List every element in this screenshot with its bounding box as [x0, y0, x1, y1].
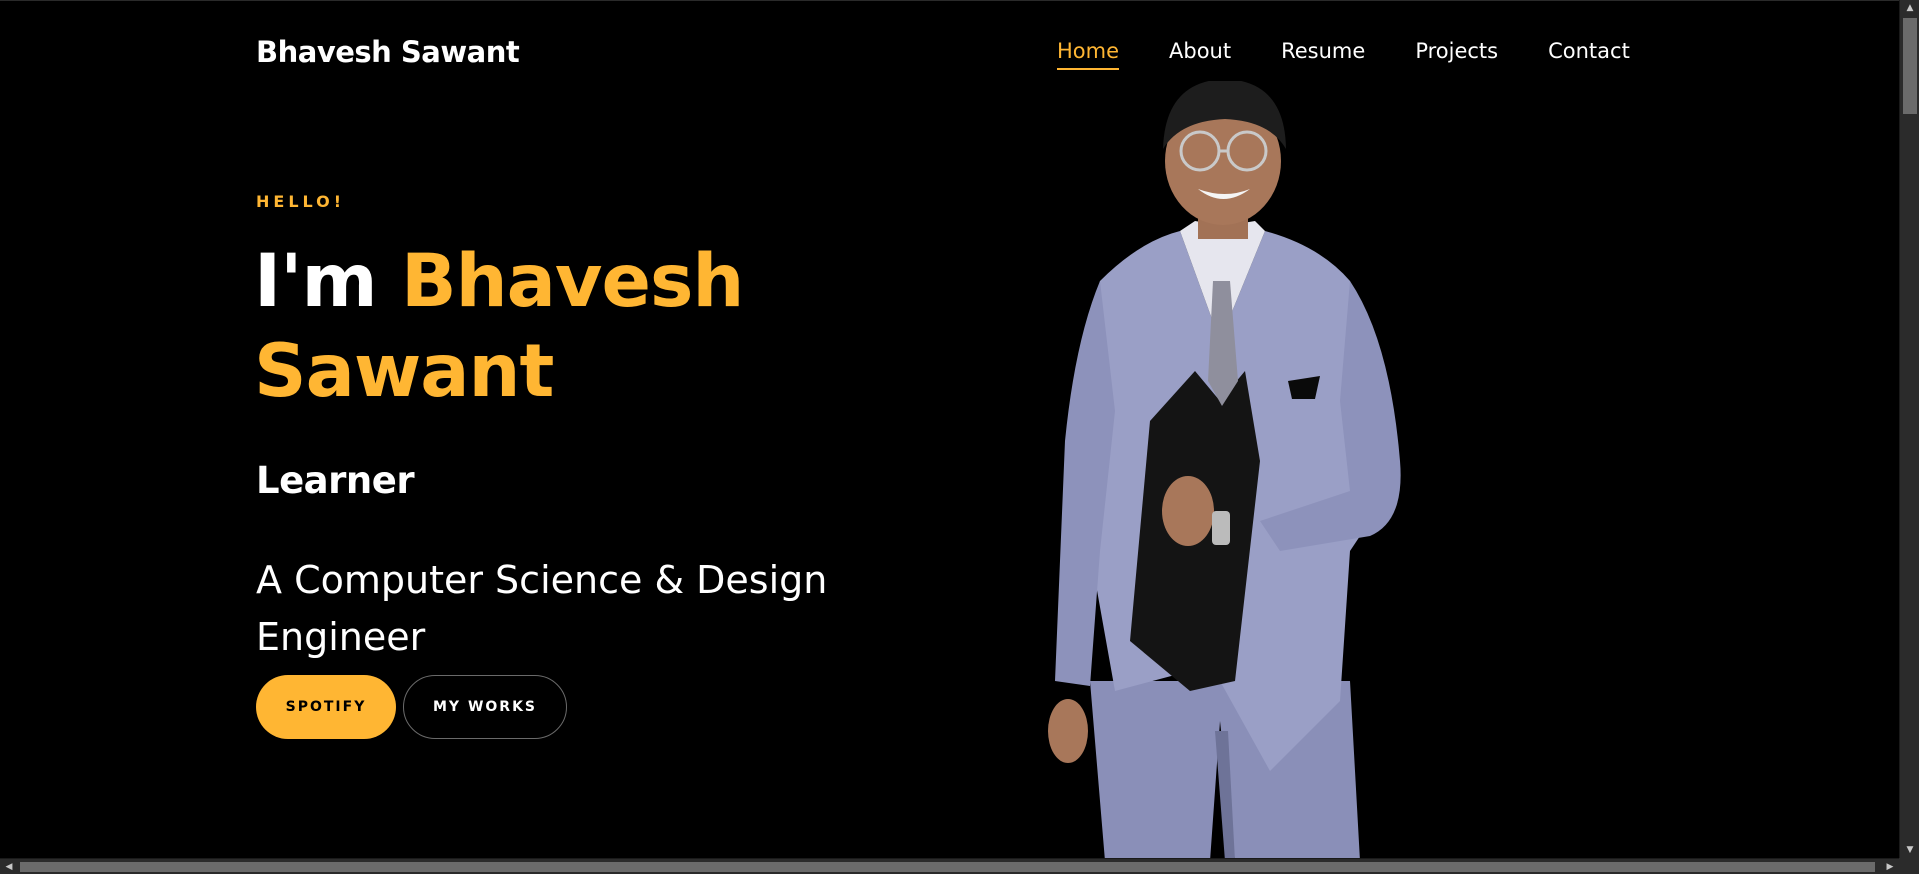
- nav-projects[interactable]: Projects: [1415, 39, 1498, 63]
- hero-name-first: Bhavesh: [401, 239, 744, 324]
- vertical-scroll-thumb[interactable]: [1903, 18, 1917, 114]
- hero-description: A Computer Science & Design Engineer: [256, 558, 828, 659]
- nav-contact[interactable]: Contact: [1548, 39, 1630, 63]
- nav-resume[interactable]: Resume: [1281, 39, 1365, 63]
- horizontal-scroll-thumb[interactable]: [20, 862, 1875, 872]
- site-logo[interactable]: Bhavesh Sawant: [256, 35, 520, 69]
- nav-about[interactable]: About: [1169, 39, 1231, 63]
- triangle-down-icon[interactable]: ▼: [1900, 842, 1919, 858]
- main-nav: Home About Resume Projects Contact: [1057, 39, 1630, 70]
- hero-greeting: HELLO!: [256, 192, 346, 211]
- hero-intro: I'm: [254, 239, 378, 324]
- my-works-button[interactable]: MY WORKS: [403, 675, 567, 739]
- hero-name-last: Sawant: [254, 329, 554, 414]
- triangle-left-icon[interactable]: ◀: [0, 859, 18, 874]
- profile-photo: [1048, 81, 1401, 858]
- horizontal-scrollbar[interactable]: ◀ ▶: [0, 858, 1899, 874]
- nav-home[interactable]: Home: [1057, 39, 1120, 70]
- page: Bhavesh Sawant Home About Resume Project…: [0, 0, 1899, 858]
- hero-headline: I'm Bhavesh Sawant: [254, 237, 814, 417]
- triangle-up-icon[interactable]: ▲: [1900, 0, 1919, 16]
- scrollbar-corner: [1899, 858, 1919, 874]
- triangle-right-icon[interactable]: ▶: [1881, 859, 1899, 874]
- spotify-button[interactable]: SPOTIFY: [256, 675, 396, 739]
- hero-role: Learner: [256, 459, 415, 502]
- vertical-scrollbar[interactable]: ▲ ▼: [1899, 0, 1919, 858]
